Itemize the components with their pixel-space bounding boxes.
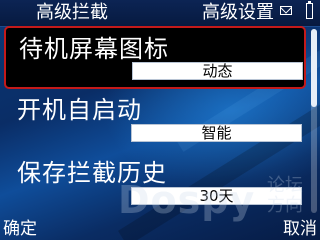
page-title: 高级设置 bbox=[202, 2, 274, 23]
mail-icon bbox=[280, 6, 292, 15]
status-bar: 高级拦截 高级设置 bbox=[0, 0, 320, 27]
scrollbar-thumb[interactable] bbox=[311, 29, 317, 107]
setting-label: 开机自启动 bbox=[17, 96, 142, 124]
setting-item-autostart[interactable]: 开机自启动 智能 bbox=[4, 89, 306, 152]
setting-label: 待机屏幕图标 bbox=[19, 35, 169, 63]
phone-screen: 高级拦截 高级设置 待机屏幕图标 动态 开机自启动 智能 保存拦截历史 30天 … bbox=[0, 0, 320, 240]
softkey-bar: 确定 取消 bbox=[0, 216, 320, 240]
battery-icon bbox=[306, 1, 313, 19]
setting-item-standby-icon[interactable]: 待机屏幕图标 动态 bbox=[4, 26, 306, 89]
ok-softkey[interactable]: 确定 bbox=[3, 218, 37, 240]
setting-value: 动态 bbox=[132, 62, 303, 80]
setting-value: 智能 bbox=[131, 124, 302, 142]
watermark-logo-cn: 论坛方向 bbox=[267, 175, 303, 216]
app-title: 高级拦截 bbox=[36, 2, 108, 23]
cancel-softkey[interactable]: 取消 bbox=[283, 218, 317, 240]
